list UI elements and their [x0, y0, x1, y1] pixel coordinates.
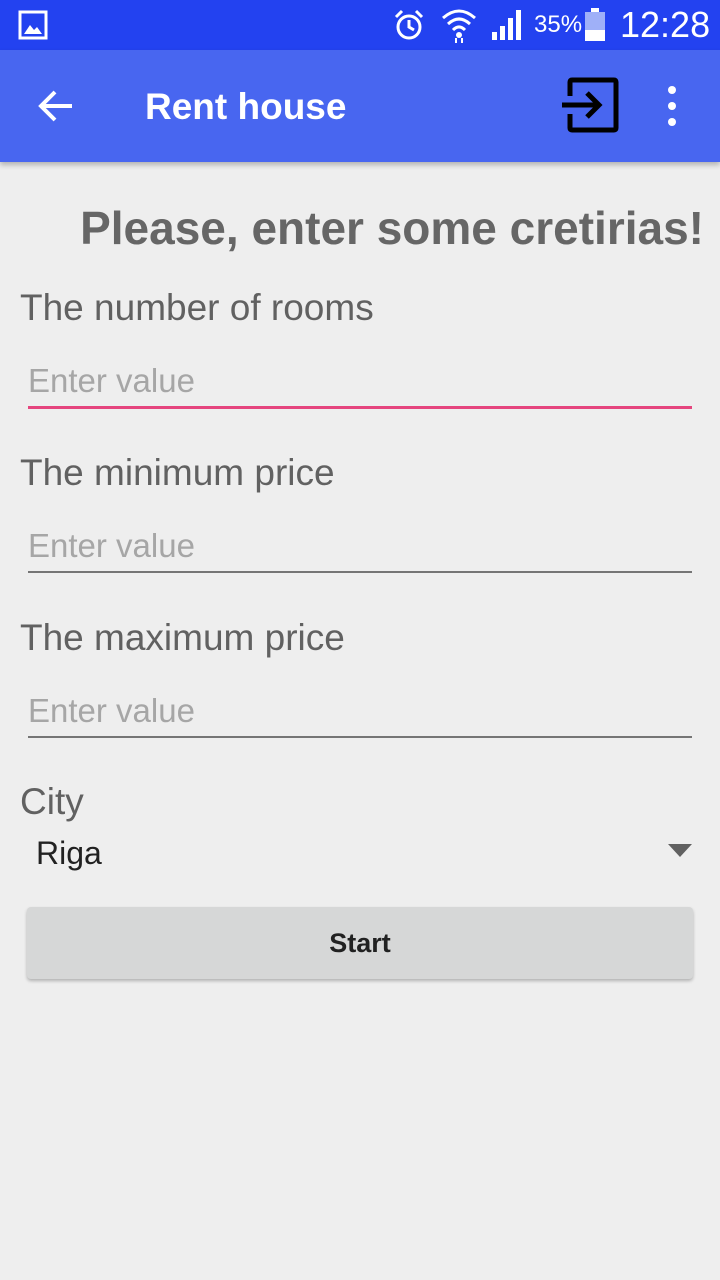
arrow-left-icon — [38, 90, 72, 122]
exit-button[interactable] — [560, 76, 622, 138]
start-button[interactable]: Start — [27, 907, 693, 979]
exit-to-app-icon — [562, 77, 619, 133]
more-vert-icon — [668, 86, 676, 126]
app-bar: Rent house — [0, 50, 720, 162]
battery-percent: 35% — [534, 11, 583, 38]
dropdown-arrow-icon — [668, 844, 692, 857]
rooms-label: The number of rooms — [20, 287, 374, 328]
signal-icon — [492, 10, 521, 40]
status-bar: 35% 12:28 — [0, 0, 720, 50]
gallery-icon — [18, 10, 48, 40]
more-options-button[interactable] — [650, 80, 694, 132]
max-price-label: The maximum price — [20, 617, 345, 658]
form-heading: Please, enter some cretirias! — [80, 202, 704, 254]
city-label: City — [20, 781, 84, 822]
rooms-input[interactable] — [28, 356, 692, 409]
min-price-label: The minimum price — [20, 452, 335, 493]
max-price-input[interactable] — [28, 686, 692, 738]
clock: 12:28 — [620, 4, 711, 45]
city-selected-value: Riga — [36, 835, 102, 871]
battery-icon — [585, 8, 605, 41]
alarm-icon — [394, 9, 424, 40]
min-price-input[interactable] — [28, 521, 692, 573]
city-spinner[interactable]: Riga — [24, 828, 700, 878]
wifi-icon — [442, 9, 476, 43]
back-button[interactable] — [28, 78, 84, 134]
page-title: Rent house — [145, 86, 347, 127]
